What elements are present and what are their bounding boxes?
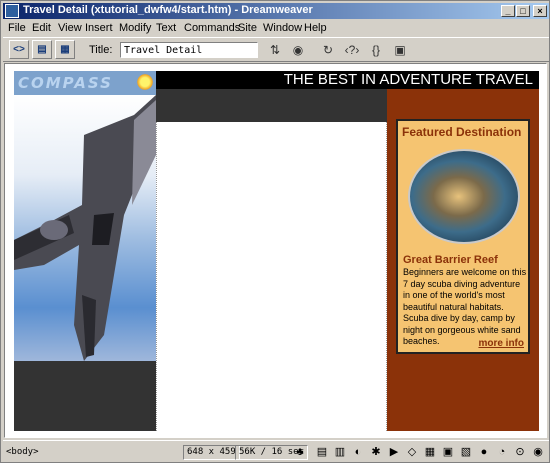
split-view-button[interactable]: ▤ [32,40,52,59]
menu-text[interactable]: Text [156,22,176,34]
templates-icon[interactable]: ◔ [495,445,509,459]
design-view-button[interactable]: ▦ [55,40,75,59]
menu-commands[interactable]: Commands [184,22,240,34]
header-gray-band [156,89,387,122]
document-window[interactable]: COMPASS THE BEST IN ADVENTURE TRAVEL Fea… [4,63,547,438]
window-size-field[interactable]: 648 x 459 [183,445,240,460]
file-management-icon[interactable]: ⇅ [266,42,284,58]
menu-view[interactable]: View [58,22,82,34]
menu-edit[interactable]: Edit [32,22,51,34]
reference-icon[interactable]: ‹?› [343,42,361,58]
page-title-input[interactable] [120,42,258,58]
timelines-icon[interactable]: ▶ [387,445,401,459]
more-info-link[interactable]: more info [478,338,524,349]
dreamweaver-window: Travel Detail (xtutorial_dwfw4/start.htm… [0,0,550,463]
view-options-icon[interactable]: ▣ [391,42,409,58]
reef-photo [408,149,520,244]
history-icon[interactable]: ▦ [423,445,437,459]
menu-window[interactable]: Window [263,22,302,34]
left-footer-block [14,361,156,431]
airplane-image [14,95,156,361]
layers-icon[interactable]: ▧ [459,445,473,459]
library-icon[interactable]: ⊙ [513,445,527,459]
title-label: Title: [89,44,113,56]
banner-text: THE BEST IN ADVENTURE TRAVEL [283,71,533,88]
close-button[interactable]: × [533,5,547,17]
code-view-button[interactable]: <> [9,40,29,59]
destination-name: Great Barrier Reef [403,254,498,266]
preview-browser-icon[interactable]: ◉ [289,42,307,58]
split-view-icon: ▤ [37,44,47,55]
logo-text: COMPASS [18,74,113,92]
frames-icon[interactable]: ▣ [441,445,455,459]
menu-file[interactable]: File [8,22,26,34]
design-view-icon: ▦ [60,44,70,55]
html-styles-icon[interactable]: ▥ [333,445,347,459]
featured-title: Featured Destination [402,125,522,139]
featured-destination-box: Featured Destination Great Barrier Reef … [396,119,530,354]
code-view-icon: <> [13,44,25,55]
dreamweaver-app-icon [5,4,19,18]
menu-help[interactable]: Help [304,22,327,34]
behaviors-icon[interactable]: ✱ [369,445,383,459]
help-icon[interactable]: ◉ [531,445,545,459]
banner: THE BEST IN ADVENTURE TRAVEL [156,71,539,89]
menu-modify[interactable]: Modify [119,22,151,34]
code-navigation-icon[interactable]: {} [367,42,385,58]
menu-site[interactable]: Site [238,22,257,34]
tag-selector[interactable]: <body> [6,447,39,457]
destination-description: Beginners are welcome on this 7 day scub… [403,267,527,346]
menu-insert[interactable]: Insert [85,22,113,34]
site-icon[interactable]: ♣ [293,445,307,459]
css-styles-icon[interactable]: ◐ [351,445,365,459]
window-title: Travel Detail (xtutorial_dwfw4/start.htm… [23,4,313,16]
sun-icon [136,73,154,91]
title-bar[interactable]: Travel Detail (xtutorial_dwfw4/start.htm… [3,3,549,19]
maximize-button[interactable]: □ [516,5,530,17]
menu-bar: File Edit View Insert Modify Text Comman… [3,20,549,36]
airplane-photo [14,95,156,361]
document-toolbar: <> ▤ ▦ Title: ⇅ ◉ ↻ ‹?› {} ▣ [3,37,549,62]
reference-panel-icon[interactable]: ● [477,445,491,459]
status-bar: <body> 648 x 459 56K / 16 sec ♣ ▤ ▥ ◐ ✱ … [3,440,549,462]
main-content-cell[interactable] [156,122,387,431]
minimize-button[interactable]: _ [501,5,515,17]
code-inspector-icon[interactable]: ◇ [405,445,419,459]
refresh-icon[interactable]: ↻ [319,42,337,58]
assets-icon[interactable]: ▤ [315,445,329,459]
compass-logo: COMPASS [14,71,156,95]
